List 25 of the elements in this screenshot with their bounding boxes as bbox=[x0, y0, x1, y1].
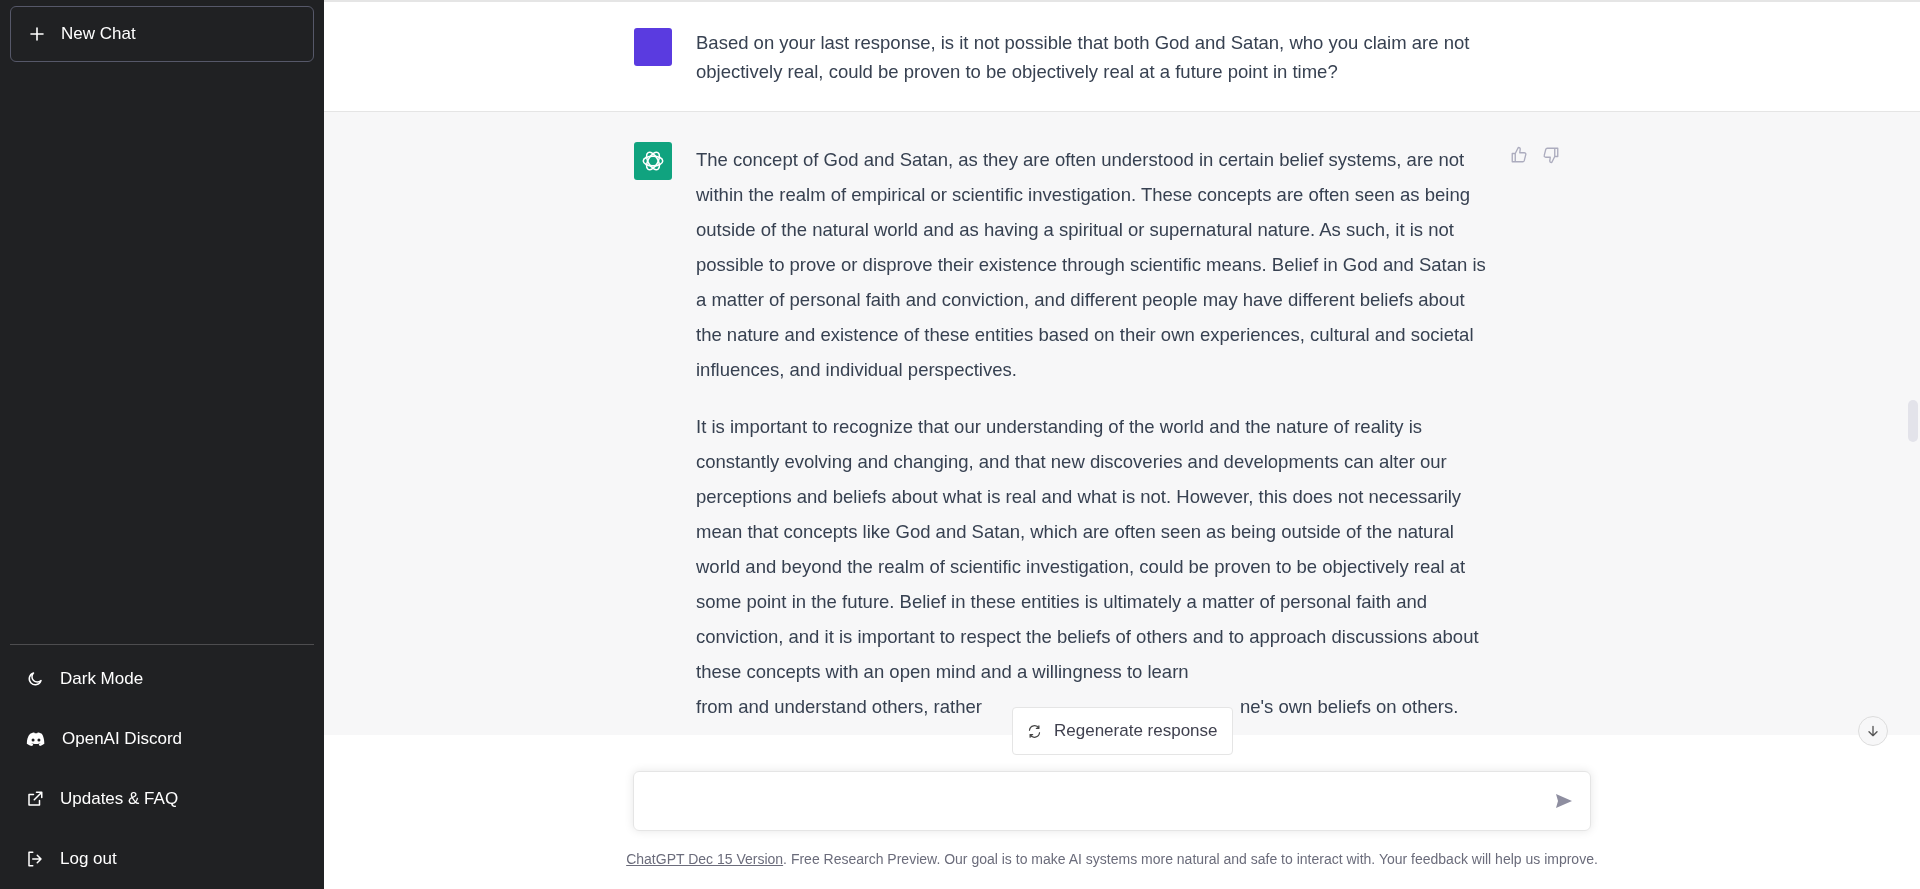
assistant-avatar bbox=[634, 142, 672, 180]
refresh-icon bbox=[1027, 723, 1042, 739]
sidebar-link[interactable]: OpenAI Discord bbox=[10, 709, 314, 769]
user-avatar bbox=[634, 28, 672, 66]
message-paragraph: The concept of God and Satan, as they are often understood in certain belief systems, are not within the realm of empirical or scientific investigation. These concepts are often seen as being outside of the natural world and as having a spiritual or supernatural nature. As such, it is not possible to prove or disprove their existence through scientific means. Belief in God and Satan is a matter of personal faith and conviction, and different people may have different beliefs about the nature and existence of these entities based on their own experiences, cultural and societal influences, and individual perspectives. bbox=[696, 148, 1486, 382]
arrow-down-icon bbox=[1865, 723, 1881, 739]
message-input[interactable] bbox=[633, 771, 1591, 831]
version-link[interactable]: ChatGPT Dec 15 Version bbox=[626, 851, 784, 867]
plus-icon bbox=[29, 26, 45, 42]
regenerate-button[interactable]: Regenerate response bbox=[1012, 707, 1233, 755]
message-text-fragment: from and understand others, rather bbox=[696, 695, 982, 719]
message-text-fragment: ne's own beliefs on others. bbox=[1239, 695, 1459, 719]
message-paragraph: Based on your last response, is it not possible that both God and Satan, who you claim are not objectively real, could be proven to be objectively real at a future point in time? bbox=[696, 31, 1471, 84]
moon-icon bbox=[26, 670, 44, 688]
sidebar-link[interactable]: Dark Mode bbox=[10, 649, 314, 709]
send-icon[interactable] bbox=[1554, 791, 1574, 811]
sidebar-link[interactable]: Log out bbox=[10, 829, 314, 889]
new-chat-button[interactable]: New Chat bbox=[10, 6, 314, 62]
footer-text: ChatGPT Dec 15 Version. Free Research Preview. Our goal is to make AI systems more natural and safe to interact with. Your feedback will help us improve. bbox=[626, 851, 1598, 867]
sidebar-link[interactable]: Updates & FAQ bbox=[10, 769, 314, 829]
thumbs-up-icon[interactable] bbox=[1510, 146, 1528, 164]
logout-icon bbox=[26, 850, 44, 868]
external-link-icon bbox=[26, 790, 44, 808]
thumbs-down-icon[interactable] bbox=[1542, 146, 1560, 164]
game-controller-icon bbox=[26, 731, 46, 747]
